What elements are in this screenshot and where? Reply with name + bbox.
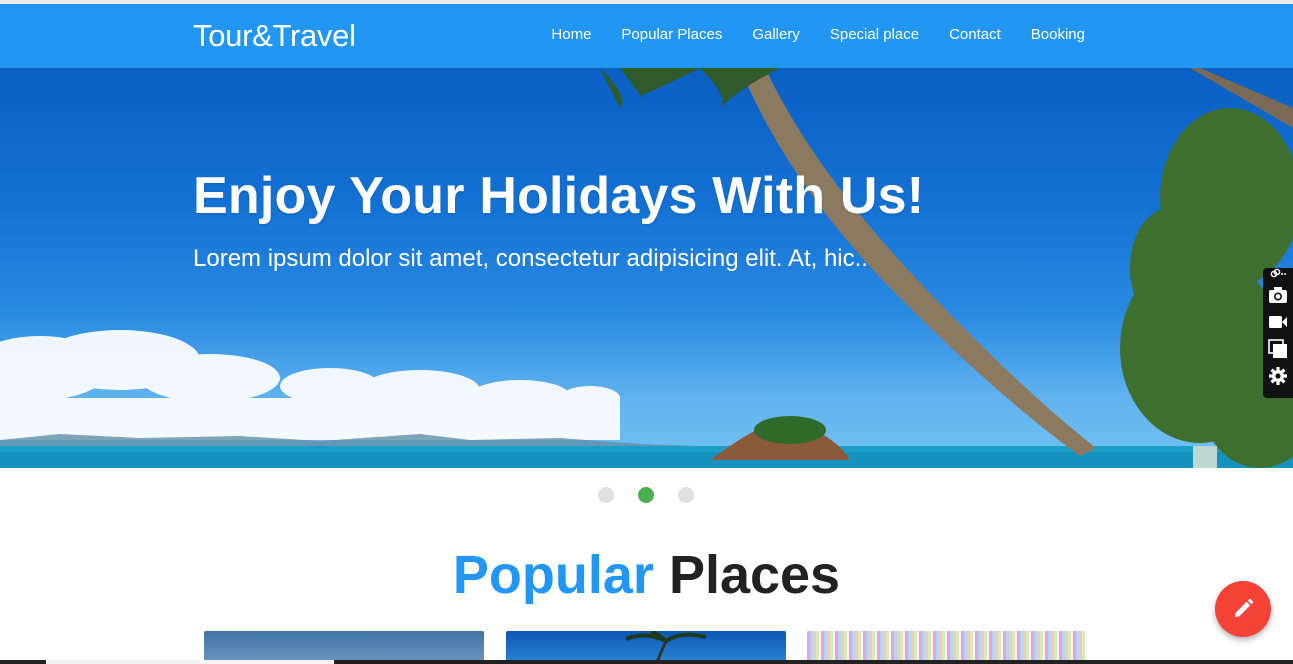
nav-booking[interactable]: Booking xyxy=(1031,26,1085,43)
hero-banner: Enjoy Your Holidays With Us! Lorem ipsum… xyxy=(0,68,1293,468)
link-icon[interactable] xyxy=(1268,268,1288,280)
heading-accent: Popular xyxy=(452,545,654,605)
video-icon[interactable] xyxy=(1268,312,1288,332)
gear-icon[interactable] xyxy=(1268,366,1288,386)
popular-places-heading: Popular Places xyxy=(0,544,1293,606)
carousel-indicators xyxy=(598,487,694,503)
nav-contact[interactable]: Contact xyxy=(949,26,1001,43)
hero-subtitle: Lorem ipsum dolor sit amet, consectetur … xyxy=(193,245,868,272)
pencil-icon xyxy=(1235,598,1254,617)
carousel-dot-1[interactable] xyxy=(598,487,614,503)
main-nav: Home Popular Places Gallery Special plac… xyxy=(551,26,1085,43)
windows-icon[interactable] xyxy=(1268,339,1288,359)
camera-icon[interactable] xyxy=(1268,285,1288,305)
carousel-dot-3[interactable] xyxy=(678,487,694,503)
hero-title: Enjoy Your Holidays With Us! xyxy=(193,167,925,225)
navbar: Tour&Travel Home Popular Places Gallery … xyxy=(0,4,1293,68)
nav-special-place[interactable]: Special place xyxy=(830,26,919,43)
scrollbar-thumb[interactable] xyxy=(46,660,334,664)
nav-home[interactable]: Home xyxy=(551,26,591,43)
horizontal-scrollbar[interactable] xyxy=(0,660,1293,664)
screen-capture-toolbar xyxy=(1263,268,1293,398)
nav-gallery[interactable]: Gallery xyxy=(752,26,800,43)
nav-popular-places[interactable]: Popular Places xyxy=(621,26,722,43)
brand-logo[interactable]: Tour&Travel xyxy=(193,18,356,54)
heading-rest: Places xyxy=(668,545,841,605)
carousel-dot-2-active[interactable] xyxy=(638,487,654,503)
edit-fab-button[interactable] xyxy=(1215,581,1271,637)
